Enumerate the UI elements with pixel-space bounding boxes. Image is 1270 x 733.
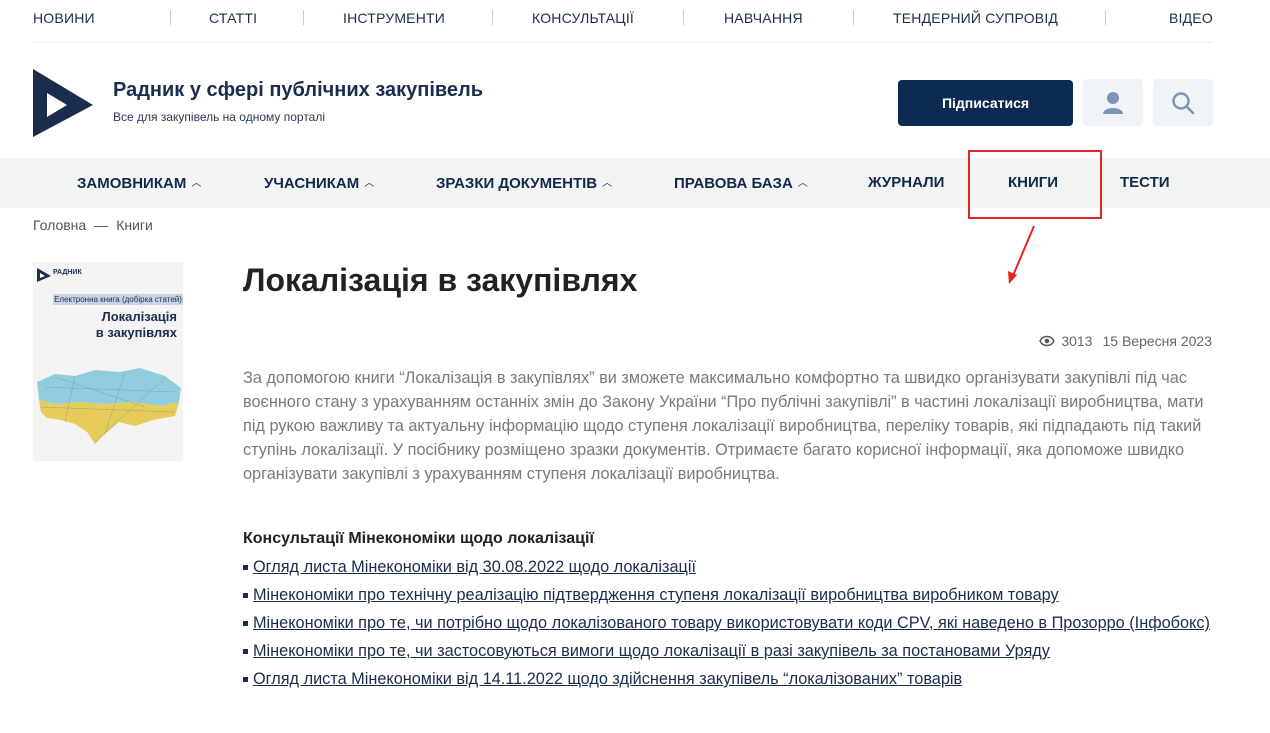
top-nav-news[interactable]: НОВИНИ [33, 10, 95, 26]
list-item: Мінекономіки про те, чи потрібно щодо ло… [243, 612, 1218, 634]
site-subtitle: Все для закупівель на одному порталі [113, 110, 326, 124]
top-navigation: НОВИНИ СТАТТІ ІНСТРУМЕНТИ КОНСУЛЬТАЦІЇ Н… [0, 0, 1270, 43]
top-nav-video[interactable]: ВІДЕО [1169, 10, 1213, 26]
nav-tests[interactable]: ТЕСТИ [1120, 174, 1170, 191]
breadcrumb-home[interactable]: Головна [33, 217, 86, 233]
top-nav-tender-support[interactable]: ТЕНДЕРНИЙ СУПРОВІД [893, 10, 1058, 26]
search-icon [1172, 91, 1195, 114]
logo-mark-icon [37, 268, 51, 282]
annotation-arrow-icon [1008, 225, 1035, 284]
divider [683, 10, 684, 25]
search-button[interactable] [1153, 79, 1213, 126]
list-item: Мінекономіки про те, чи застосовуються в… [243, 640, 1218, 662]
cover-ribbon: Електронна книга (добірка статей) [53, 294, 183, 305]
consultation-link[interactable]: Огляд листа Мінекономіки від 30.08.2022 … [253, 558, 696, 576]
breadcrumb: Головна — Книги [33, 217, 153, 233]
page-title: Локалізація в закупівлях [243, 262, 638, 298]
chevron-up-icon: ︿ [602, 178, 613, 189]
divider [170, 10, 171, 25]
list-item: Огляд листа Мінекономіки від 14.11.2022 … [243, 668, 1218, 690]
user-icon [1103, 91, 1123, 114]
chevron-up-icon: ︿ [191, 178, 202, 189]
top-nav-tools[interactable]: ІНСТРУМЕНТИ [343, 10, 445, 26]
eye-icon [1039, 335, 1056, 347]
nav-document-samples[interactable]: ЗРАЗКИ ДОКУМЕНТІВ ︿ [436, 174, 612, 192]
list-item: Огляд листа Мінекономіки від 30.08.2022 … [243, 556, 1218, 578]
nav-customers[interactable]: ЗАМОВНИКАМ ︿ [77, 174, 201, 192]
site-logo[interactable] [33, 69, 93, 137]
view-count: 3013 [1061, 333, 1093, 349]
consultation-link[interactable]: Мінекономіки про те, чи потрібно щодо ло… [253, 614, 1210, 632]
consultation-link[interactable]: Мінекономіки про те, чи застосовуються в… [253, 642, 1050, 660]
top-nav-articles[interactable]: СТАТТІ [209, 10, 257, 26]
books-highlight-box [968, 150, 1102, 219]
top-nav-divider [33, 42, 1213, 43]
chevron-up-icon: ︿ [364, 178, 375, 189]
book-cover-image: РАДНИК Електронна книга (добірка статей)… [33, 262, 183, 461]
breadcrumb-current[interactable]: Книги [116, 217, 153, 233]
account-button[interactable] [1083, 79, 1143, 126]
top-nav-education[interactable]: НАВЧАННЯ [724, 10, 803, 26]
consultation-link[interactable]: Огляд листа Мінекономіки від 14.11.2022 … [253, 670, 962, 688]
consultation-link[interactable]: Мінекономіки про технічну реалізацію під… [253, 586, 1059, 604]
divider [1105, 10, 1106, 25]
list-item: Мінекономіки про технічну реалізацію під… [243, 584, 1218, 606]
cover-brand: РАДНИК [53, 269, 82, 276]
article-meta: 3013 15 Вересня 2023 [1039, 333, 1212, 349]
divider [303, 10, 304, 25]
consultation-links: Огляд листа Мінекономіки від 30.08.2022 … [243, 556, 1218, 696]
chevron-up-icon: ︿ [797, 178, 808, 189]
ukraine-map-icon [37, 368, 181, 444]
section-heading: Консультації Мінекономіки щодо локалізац… [243, 530, 594, 547]
site-title[interactable]: Радник у сфері публічних закупівель [113, 79, 483, 102]
nav-legal-base[interactable]: ПРАВОВА БАЗА ︿ [674, 174, 808, 192]
divider [853, 10, 854, 25]
cover-title: Локалізація в закупівлях [95, 309, 177, 340]
nav-participants[interactable]: УЧАСНИКАМ ︿ [264, 174, 374, 192]
divider [492, 10, 493, 25]
nav-journals[interactable]: ЖУРНАЛИ [868, 174, 944, 191]
publish-date: 15 Вересня 2023 [1102, 333, 1212, 349]
subscribe-button[interactable]: Підписатися [898, 80, 1073, 126]
top-nav-consultations[interactable]: КОНСУЛЬТАЦІЇ [532, 10, 634, 26]
article-description: За допомогою книги “Локалізація в закупі… [243, 369, 1204, 483]
breadcrumb-separator: — [94, 217, 109, 233]
